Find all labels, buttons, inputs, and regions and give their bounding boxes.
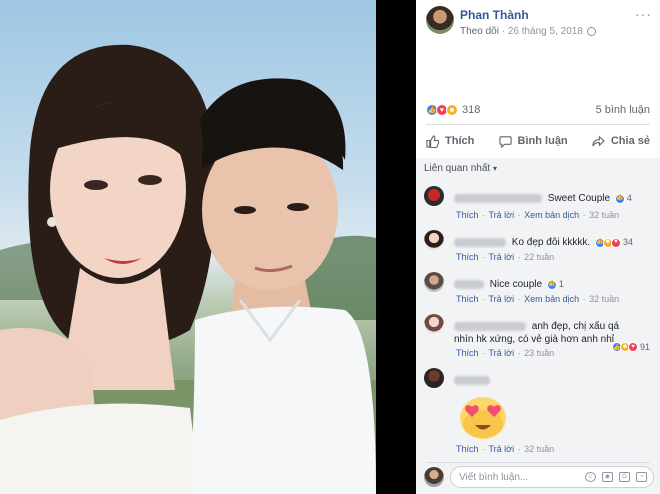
- globe-icon: [586, 27, 596, 36]
- comment-composer: Viết bình luận... ☺ ◉ G ◔: [424, 466, 654, 488]
- thumbs-up-icon: [426, 134, 439, 148]
- post-date[interactable]: 26 tháng 5, 2018: [508, 26, 583, 37]
- post-detail-panel: Phan Thành Theo dõi · 26 tháng 5, 2018 ·…: [416, 0, 660, 494]
- emoji-icon[interactable]: ☺: [585, 472, 596, 482]
- comment-like-link[interactable]: Thích: [456, 294, 479, 304]
- comment-time[interactable]: 32 tuần: [589, 294, 619, 304]
- like-reaction-icon: 👍: [546, 279, 557, 290]
- commenter-avatar[interactable]: [424, 230, 444, 250]
- divider: [426, 462, 650, 463]
- comment-count[interactable]: 5 bình luận: [596, 104, 650, 116]
- like-button-label: Thích: [445, 135, 475, 147]
- commenter-name-blurred[interactable]: [454, 194, 542, 203]
- share-button[interactable]: Chia sẻ: [592, 135, 650, 148]
- reactions-summary: 👍 ♥ ☻ 318 5 bình luận: [426, 104, 650, 116]
- comment-text: Sweet Couple: [547, 193, 611, 205]
- comment-reactions[interactable]: 👍 ☻ ♥ 91: [612, 342, 650, 352]
- comment-reply-link[interactable]: Trả lời: [489, 210, 515, 220]
- couple-photo-illustration: [0, 44, 376, 494]
- haha-reaction-icon: ☻: [446, 104, 458, 116]
- share-button-label: Chia sẻ: [610, 135, 650, 147]
- commenter-name-blurred[interactable]: [454, 280, 484, 289]
- comment-reaction-count: 1: [558, 279, 564, 289]
- comment-reply-link[interactable]: Trả lời: [489, 444, 515, 454]
- like-button[interactable]: Thích: [426, 134, 475, 148]
- comment-item: Thích · Trả lời · 32 tuần: [424, 368, 654, 458]
- comment-reactions[interactable]: 👍 ☻ ♥ 34: [594, 236, 633, 249]
- author-name[interactable]: Phan Thành: [460, 8, 596, 22]
- commenter-name-blurred[interactable]: [454, 375, 490, 385]
- comment-reaction-count: 91: [640, 342, 651, 352]
- comment-translate-link[interactable]: Xem bản dịch: [524, 210, 579, 220]
- post-photo[interactable]: [0, 0, 376, 494]
- comment-translate-link[interactable]: Xem bản dịch: [524, 294, 579, 304]
- love-reaction-icon: ♥: [628, 342, 638, 352]
- post-actions: Thích Bình luận Chia sẻ: [426, 128, 650, 154]
- author-avatar[interactable]: [426, 6, 454, 34]
- composer-icons: ☺ ◉ G ◔: [585, 472, 653, 482]
- comment-like-link[interactable]: Thích: [456, 210, 479, 220]
- heart-eyes-emoji-sticker[interactable]: [458, 394, 508, 440]
- comment-text: Ko đẹp đôi kkkkk.: [511, 237, 591, 249]
- comment-text-line2: nhìn hk xứng, có vẻ già hơn anh nhỉ: [454, 334, 615, 345]
- more-options-icon[interactable]: ···: [635, 6, 652, 22]
- comment-button-label: Bình luận: [517, 135, 568, 147]
- comment-time[interactable]: 32 tuần: [589, 210, 619, 220]
- camera-icon[interactable]: ◉: [602, 472, 613, 482]
- comment-input[interactable]: Viết bình luận... ☺ ◉ G ◔: [450, 466, 654, 488]
- comment-time[interactable]: 32 tuần: [524, 444, 554, 454]
- comment-like-link[interactable]: Thích: [456, 444, 479, 454]
- caret-down-icon: ▾: [492, 164, 497, 173]
- commenter-avatar[interactable]: [424, 186, 444, 206]
- post-author: Phan Thành Theo dõi · 26 tháng 5, 2018: [426, 6, 596, 37]
- commenter-name-blurred[interactable]: [454, 238, 506, 247]
- sticker-icon[interactable]: ◔: [636, 472, 647, 482]
- comment-reactions[interactable]: 👍 1: [546, 278, 564, 291]
- comment-input-placeholder: Viết bình luận...: [459, 471, 529, 483]
- share-icon: [592, 135, 605, 146]
- commenter-name-blurred[interactable]: [454, 321, 526, 331]
- comment-reply-link[interactable]: Trả lời: [489, 348, 515, 358]
- comment-button[interactable]: Bình luận: [498, 135, 568, 148]
- comment-time[interactable]: 22 tuần: [524, 252, 554, 262]
- comment-sort-dropdown[interactable]: Liên quan nhất ▾: [424, 163, 497, 174]
- sort-label: Liên quan nhất: [424, 163, 491, 174]
- follow-link[interactable]: Theo dõi: [460, 26, 499, 37]
- divider: [426, 124, 650, 125]
- comment-like-link[interactable]: Thích: [456, 252, 479, 262]
- commenter-avatar[interactable]: [424, 314, 444, 334]
- comment-reactions[interactable]: 👍 4: [614, 192, 632, 205]
- commenter-avatar[interactable]: [424, 272, 444, 292]
- gif-icon[interactable]: G: [619, 472, 630, 482]
- love-reaction-icon: ♥: [610, 237, 621, 248]
- comment-reply-link[interactable]: Trả lời: [489, 294, 515, 304]
- reaction-icons[interactable]: 👍 ♥ ☻ 318: [426, 104, 480, 116]
- comment-like-link[interactable]: Thích: [456, 348, 479, 358]
- like-reaction-icon: 👍: [614, 193, 625, 204]
- comment-icon: [498, 135, 512, 148]
- comment-reaction-count: 34: [622, 237, 633, 247]
- comment-reply-link[interactable]: Trả lời: [489, 252, 515, 262]
- comment-reaction-count: 4: [626, 193, 632, 203]
- reaction-count[interactable]: 318: [462, 104, 480, 116]
- comment-text: Nice couple: [489, 279, 543, 291]
- meta-separator: ·: [498, 26, 508, 37]
- photo-gutter: [376, 0, 416, 494]
- current-user-avatar: [424, 467, 444, 487]
- comment-text-line1: anh đẹp, chị xấu qá: [531, 321, 620, 332]
- comment-time[interactable]: 23 tuần: [524, 348, 554, 358]
- commenter-avatar[interactable]: [424, 368, 444, 388]
